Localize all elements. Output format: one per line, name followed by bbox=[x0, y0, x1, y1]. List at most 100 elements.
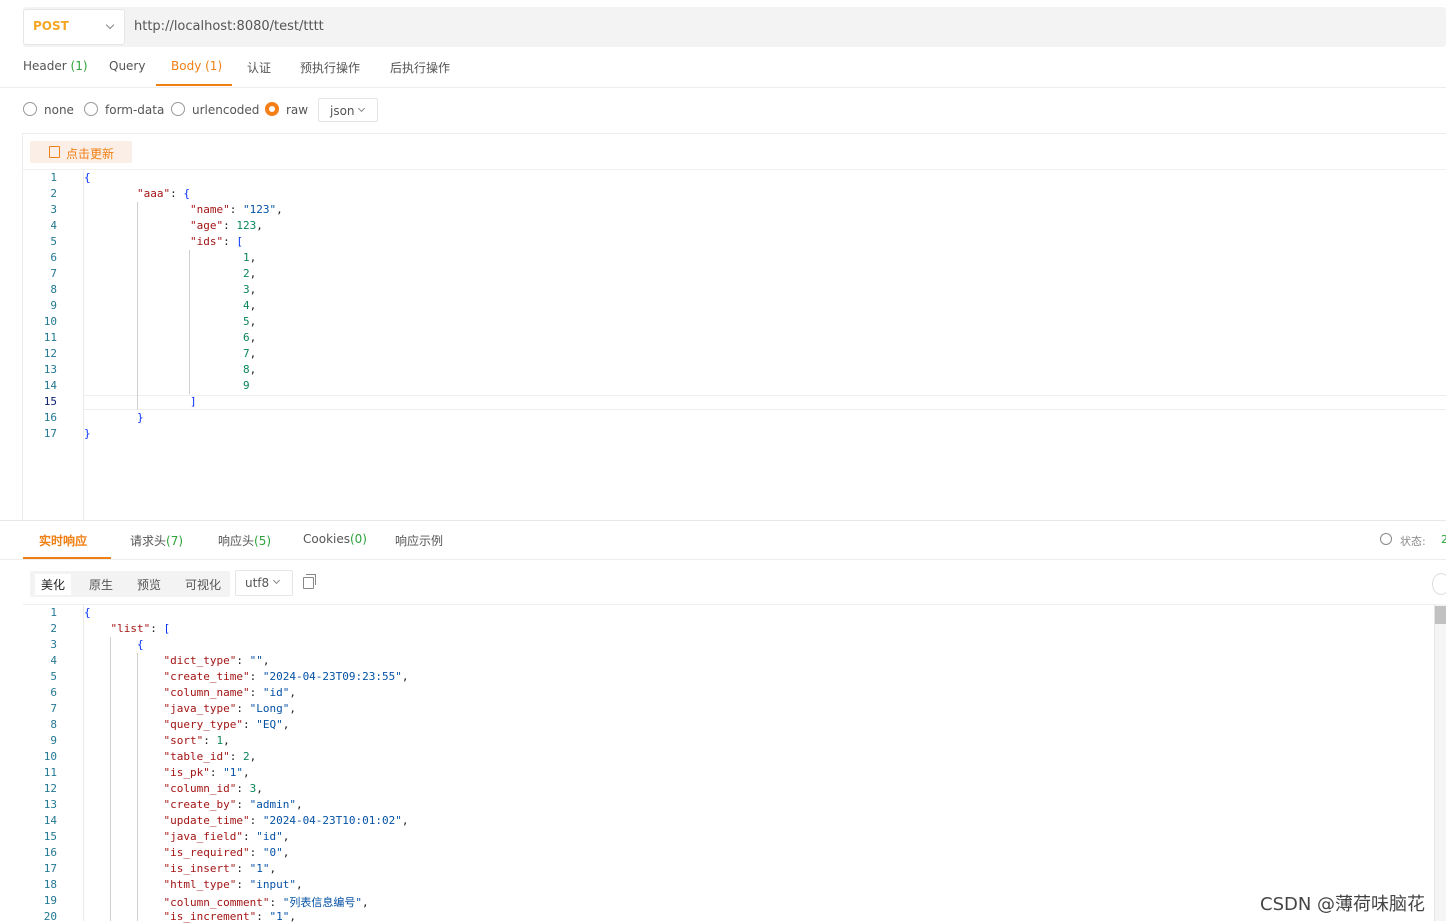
code-line: "java_type": "Long", bbox=[163, 702, 296, 715]
chevron-down-icon bbox=[272, 576, 281, 585]
divider bbox=[0, 559, 1446, 560]
code-line: "column_name": "id", bbox=[163, 686, 296, 699]
line-number: 16 bbox=[43, 411, 57, 424]
code-line: 1, bbox=[242, 251, 257, 264]
encoding-label: utf8 bbox=[245, 576, 270, 590]
tab-live-response[interactable]: 实时响应 bbox=[39, 532, 87, 549]
code-line: "sort": 1, bbox=[163, 734, 230, 747]
code-line: "is_insert": "1", bbox=[163, 862, 277, 875]
tab-response-headers[interactable]: 响应头(5) bbox=[218, 532, 271, 549]
line-number: 6 bbox=[50, 686, 57, 699]
refresh-label: 点击更新 bbox=[66, 147, 115, 161]
line-number: 18 bbox=[43, 878, 57, 891]
radio-form-data[interactable] bbox=[84, 102, 98, 116]
code-line: "column_id": 3, bbox=[163, 782, 263, 795]
scrollbar-thumb[interactable] bbox=[1435, 606, 1446, 624]
view-raw[interactable]: 原生 bbox=[89, 576, 113, 593]
radio-form-data-label: form-data bbox=[105, 103, 165, 117]
line-number: 14 bbox=[43, 814, 57, 827]
globe-icon bbox=[1380, 533, 1392, 545]
code-line: } bbox=[136, 411, 144, 424]
radio-none-label: none bbox=[44, 103, 74, 117]
encoding-select[interactable]: utf8 bbox=[235, 570, 293, 596]
vertical-scrollbar[interactable] bbox=[1434, 604, 1446, 921]
line-number: 7 bbox=[50, 267, 57, 280]
radio-none[interactable] bbox=[23, 102, 37, 116]
status-label: 状态: bbox=[1400, 535, 1426, 548]
code-line: { bbox=[136, 638, 144, 651]
radio-urlencoded[interactable] bbox=[171, 102, 185, 116]
tab-cookies[interactable]: Cookies(0) bbox=[303, 532, 367, 546]
tab-body[interactable]: Body (1) bbox=[171, 59, 222, 73]
line-number: 13 bbox=[43, 798, 57, 811]
line-number: 19 bbox=[43, 894, 57, 907]
radio-raw[interactable] bbox=[265, 102, 279, 116]
copy-icon[interactable] bbox=[303, 577, 314, 589]
line-number: 12 bbox=[43, 347, 57, 360]
edit-icon bbox=[49, 146, 60, 158]
code-line: { bbox=[84, 606, 91, 619]
line-number: 1 bbox=[50, 171, 57, 184]
code-line: "column_comment": "列表信息编号", bbox=[163, 896, 369, 909]
tab-pre-script[interactable]: 预执行操作 bbox=[300, 59, 360, 76]
current-line-highlight bbox=[84, 395, 1446, 410]
tab-request-headers[interactable]: 请求头(7) bbox=[130, 532, 183, 549]
line-number: 15 bbox=[43, 830, 57, 843]
refresh-button[interactable]: 点击更新 bbox=[30, 141, 132, 163]
line-number: 8 bbox=[50, 718, 57, 731]
code-line: "update_time": "2024-04-23T10:01:02", bbox=[163, 814, 409, 827]
divider bbox=[0, 87, 1446, 88]
view-preview[interactable]: 预览 bbox=[137, 576, 161, 593]
code-line: "java_field": "id", bbox=[163, 830, 290, 843]
code-line: } bbox=[84, 427, 91, 440]
code-line: 5, bbox=[242, 315, 257, 328]
line-number: 2 bbox=[50, 622, 57, 635]
tab-auth[interactable]: 认证 bbox=[247, 59, 271, 76]
line-number: 1 bbox=[50, 606, 57, 619]
body-format-select[interactable]: json bbox=[318, 98, 378, 122]
scroll-handle[interactable] bbox=[1432, 573, 1446, 595]
line-number: 8 bbox=[50, 283, 57, 296]
line-number: 20 bbox=[43, 910, 57, 923]
code-line: "ids": [ bbox=[189, 235, 243, 248]
view-visualize[interactable]: 可视化 bbox=[185, 576, 221, 593]
tab-header[interactable]: Header (1) bbox=[23, 59, 88, 73]
code-line: "is_pk": "1", bbox=[163, 766, 250, 779]
code-line: ] bbox=[189, 395, 197, 408]
url-input[interactable]: http://localhost:8080/test/tttt bbox=[134, 19, 324, 34]
method-label: POST bbox=[33, 19, 69, 33]
line-number: 2 bbox=[50, 187, 57, 200]
body-format-label: json bbox=[330, 104, 355, 118]
tab-post-script[interactable]: 后执行操作 bbox=[390, 59, 450, 76]
code-line: 6, bbox=[242, 331, 257, 344]
tab-query[interactable]: Query bbox=[109, 59, 145, 73]
code-line: 2, bbox=[242, 267, 257, 280]
line-number: 4 bbox=[50, 654, 57, 667]
code-line: 8, bbox=[242, 363, 257, 376]
code-line: "is_increment": "1", bbox=[163, 910, 296, 923]
code-line: "age": 123, bbox=[189, 219, 263, 232]
code-line: "html_type": "input", bbox=[163, 878, 303, 891]
code-line: 9 bbox=[242, 379, 250, 392]
line-number: 12 bbox=[43, 782, 57, 795]
code-line: "list": [ bbox=[110, 622, 171, 635]
line-number: 10 bbox=[43, 750, 57, 763]
method-select[interactable]: POST bbox=[23, 9, 125, 45]
code-line: "create_by": "admin", bbox=[163, 798, 303, 811]
chevron-down-icon bbox=[105, 20, 115, 30]
active-tab-indicator bbox=[156, 84, 232, 86]
line-number: 5 bbox=[50, 235, 57, 248]
view-beautify[interactable]: 美化 bbox=[35, 574, 72, 595]
line-number: 6 bbox=[50, 251, 57, 264]
line-number: 9 bbox=[50, 734, 57, 747]
line-number: 17 bbox=[43, 862, 57, 875]
line-number: 7 bbox=[50, 702, 57, 715]
tab-response-example[interactable]: 响应示例 bbox=[395, 532, 443, 549]
line-number: 16 bbox=[43, 846, 57, 859]
line-number: 17 bbox=[43, 427, 57, 440]
line-number: 3 bbox=[50, 638, 57, 651]
line-number: 4 bbox=[50, 219, 57, 232]
line-number: 3 bbox=[50, 203, 57, 216]
code-line: "is_required": "0", bbox=[163, 846, 290, 859]
radio-raw-label: raw bbox=[286, 103, 309, 117]
